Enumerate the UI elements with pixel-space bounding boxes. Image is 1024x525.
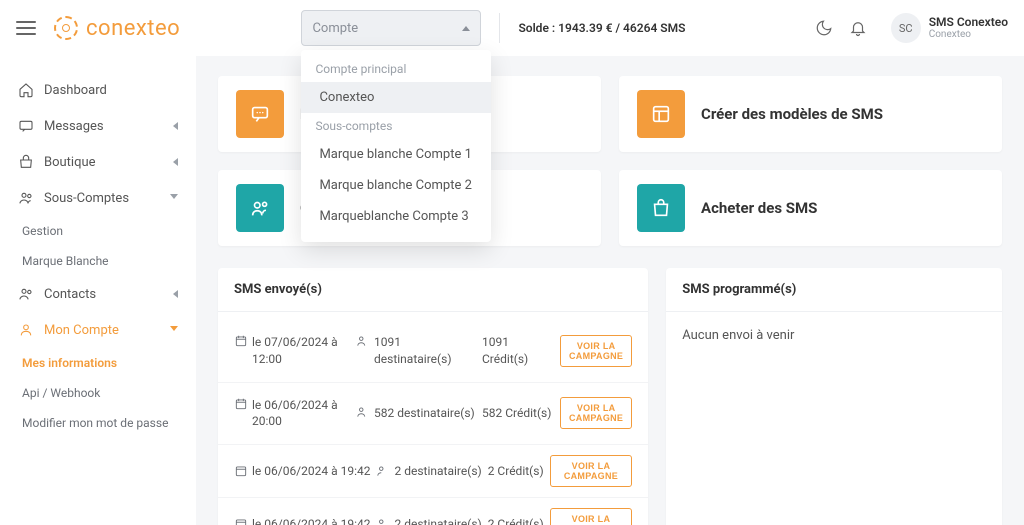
- panel-title: SMS envoyé(s): [218, 268, 648, 312]
- sidebar-sub-gestion[interactable]: Gestion: [0, 216, 196, 246]
- chevron-left-icon: [173, 122, 178, 130]
- row-recipients: 2 destinataire(s): [394, 517, 481, 525]
- sidebar-sub-mes-informations[interactable]: Mes informations: [0, 348, 196, 378]
- dropdown-item-sub-1[interactable]: Marque blanche Compte 1: [301, 139, 491, 170]
- sidebar-item-contacts[interactable]: Contacts: [0, 276, 196, 312]
- row-recipients: 2 destinataire(s): [394, 464, 481, 478]
- user-icon: [18, 322, 34, 338]
- table-row: le 06/06/2024 à 20:00 582 destinataire(s…: [218, 382, 648, 445]
- bag-icon: [637, 184, 685, 232]
- dropdown-item-main[interactable]: Conexteo: [301, 82, 491, 113]
- sidebar-sub-marque-blanche[interactable]: Marque Blanche: [0, 246, 196, 276]
- sidebar-item-mon-compte[interactable]: Mon Compte: [0, 312, 196, 348]
- calendar-icon: [234, 397, 248, 411]
- panel-title: SMS programmé(s): [666, 268, 1002, 312]
- row-credits: 1091 Crédit(s): [482, 335, 528, 366]
- people-mini-icon: [376, 464, 390, 478]
- action-create-templates[interactable]: Créer des modèles de SMS: [619, 76, 1002, 152]
- view-campaign-button[interactable]: VOIR LA CAMPAGNE: [550, 508, 633, 525]
- table-row: le 07/06/2024 à 12:00 1091 destinataire(…: [218, 320, 648, 382]
- sidebar-sub-api-webhook[interactable]: Api / Webhook: [0, 378, 196, 408]
- view-campaign-button[interactable]: VOIR LA CAMPAGNE: [560, 397, 632, 429]
- calendar-icon: [234, 334, 248, 348]
- account-dropdown: Compte principal Conexteo Sous-comptes M…: [301, 50, 491, 242]
- divider: [499, 13, 500, 43]
- sidebar-label: Contacts: [44, 287, 96, 302]
- dropdown-main-label: Compte principal: [301, 56, 491, 82]
- sidebar-item-messages[interactable]: Messages: [0, 108, 196, 144]
- brand-logo: conexteo: [54, 16, 180, 41]
- notifications-button[interactable]: [841, 11, 875, 45]
- table-row: le 06/06/2024 à 19:42 2 destinataire(s) …: [218, 444, 648, 497]
- table-row: le 06/06/2024 à 19:42 2 destinataire(s) …: [218, 497, 648, 525]
- account-select[interactable]: Compte: [301, 10, 481, 46]
- dropdown-sub-label: Sous-comptes: [301, 113, 491, 139]
- sidebar-label: Messages: [44, 119, 104, 134]
- sidebar-label: Boutique: [44, 155, 96, 170]
- view-campaign-button[interactable]: VOIR LA CAMPAGNE: [550, 455, 633, 487]
- row-credits: 2 Crédit(s): [488, 464, 544, 478]
- menu-toggle[interactable]: [16, 21, 36, 35]
- dropdown-item-sub-3[interactable]: Marqueblanche Compte 3: [301, 201, 491, 232]
- row-credits: 582 Crédit(s): [482, 406, 551, 420]
- moon-icon: [815, 19, 833, 37]
- dropdown-item-sub-2[interactable]: Marque blanche Compte 2: [301, 170, 491, 201]
- bell-icon: [849, 19, 867, 37]
- chevron-left-icon: [173, 290, 178, 298]
- message-icon: [18, 118, 34, 134]
- shop-icon: [18, 154, 34, 170]
- contacts-icon: [18, 286, 34, 302]
- chevron-down-icon: [170, 326, 178, 335]
- people-icon: [236, 184, 284, 232]
- row-date: le 06/06/2024 à 20:00: [252, 397, 350, 431]
- scheduled-empty-text: Aucun envoi à venir: [666, 312, 1002, 359]
- sidebar-item-sous-comptes[interactable]: Sous-Comptes: [0, 180, 196, 216]
- row-date: le 06/06/2024 à 19:42: [252, 464, 370, 478]
- chat-icon: [236, 90, 284, 138]
- user-menu[interactable]: SC SMS Conexteo Conexteo: [881, 13, 1008, 43]
- user-company: Conexteo: [929, 29, 1008, 41]
- balance-text: Solde : 1943.39 € / 46264 SMS: [518, 21, 685, 35]
- action-label: Acheter des SMS: [701, 199, 817, 217]
- people-mini-icon: [376, 517, 390, 525]
- sidebar-label: Mon Compte: [44, 323, 119, 338]
- chevron-left-icon: [173, 158, 178, 166]
- row-date: le 07/06/2024 à 12:00: [252, 334, 350, 368]
- home-icon: [18, 82, 34, 98]
- row-recipients: 582 destinataire(s): [374, 405, 475, 422]
- panel-sms-sent: SMS envoyé(s) le 07/06/2024 à 12:00 1091…: [218, 268, 648, 525]
- template-icon: [637, 90, 685, 138]
- user-name: SMS Conexteo: [929, 15, 1008, 29]
- users-icon: [18, 190, 34, 206]
- sidebar-sub-modifier-mdp[interactable]: Modifier mon mot de passe: [0, 408, 196, 438]
- sidebar-item-dashboard[interactable]: Dashboard: [0, 72, 196, 108]
- logo-icon: [54, 16, 78, 40]
- action-label: Créer des modèles de SMS: [701, 105, 883, 123]
- chevron-down-icon: [170, 194, 178, 203]
- account-select-placeholder: Compte: [312, 21, 358, 36]
- action-buy-sms[interactable]: Acheter des SMS: [619, 170, 1002, 246]
- panel-sms-scheduled: SMS programmé(s) Aucun envoi à venir: [666, 268, 1002, 525]
- brand-text: conexteo: [86, 16, 180, 41]
- sidebar-label: Dashboard: [44, 83, 107, 98]
- people-mini-icon: [356, 405, 370, 419]
- sidebar: Dashboard Messages Boutique Sous-Comptes: [0, 56, 196, 525]
- calendar-icon: [234, 517, 248, 525]
- people-mini-icon: [356, 334, 370, 348]
- row-recipients: 1091 destinataire(s): [374, 334, 476, 368]
- row-date: le 06/06/2024 à 19:42: [252, 517, 370, 525]
- sidebar-label: Sous-Comptes: [44, 191, 129, 206]
- sidebar-item-boutique[interactable]: Boutique: [0, 144, 196, 180]
- avatar: SC: [891, 13, 921, 43]
- row-credits: 2 Crédit(s): [488, 517, 544, 525]
- view-campaign-button[interactable]: VOIR LA CAMPAGNE: [560, 335, 632, 367]
- theme-toggle[interactable]: [807, 11, 841, 45]
- chevron-up-icon: [462, 26, 470, 31]
- calendar-icon: [234, 464, 248, 478]
